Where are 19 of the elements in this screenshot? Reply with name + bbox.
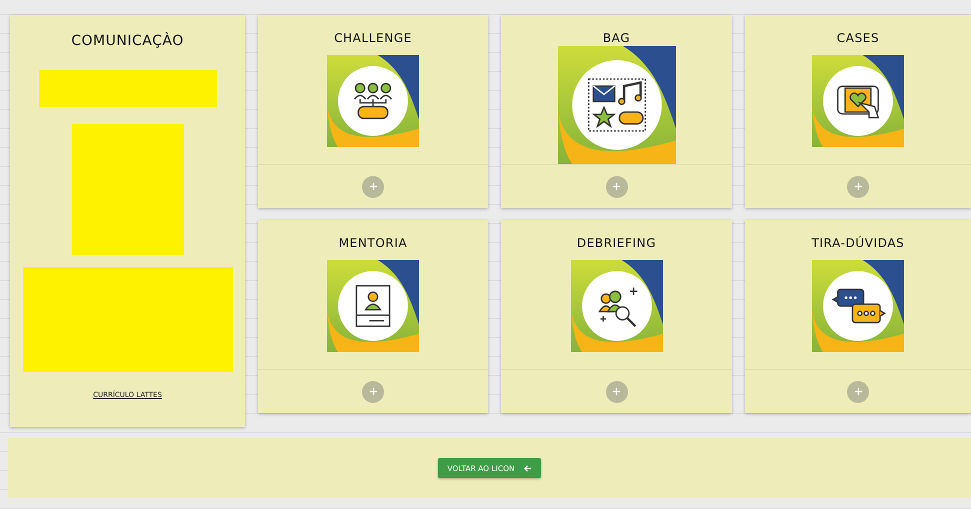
card-title: TIRA-DÚVIDAS [812, 236, 904, 251]
arrow-left-icon [522, 464, 532, 472]
panel-title: COMUNICAÇÀO [71, 33, 184, 49]
media-collection-icon[interactable] [556, 46, 676, 164]
plus-icon [368, 182, 378, 191]
profile-card-icon[interactable] [327, 260, 419, 352]
plus-icon [612, 182, 621, 191]
plus-icon [854, 387, 862, 396]
card-title: DEBRIEFING [576, 236, 656, 251]
plus-icon [368, 387, 378, 396]
card-title: MENTORIA [338, 236, 408, 251]
chat-bubbles-icon[interactable] [812, 260, 904, 352]
people-magnifier-icon[interactable] [570, 260, 662, 352]
plus-icon [612, 387, 621, 396]
card-title: BAG [602, 31, 630, 46]
card-title: CASES [836, 31, 880, 46]
card-title: CHALLENGE [334, 31, 412, 46]
plus-icon [854, 182, 862, 191]
team-controller-icon[interactable] [327, 55, 419, 147]
